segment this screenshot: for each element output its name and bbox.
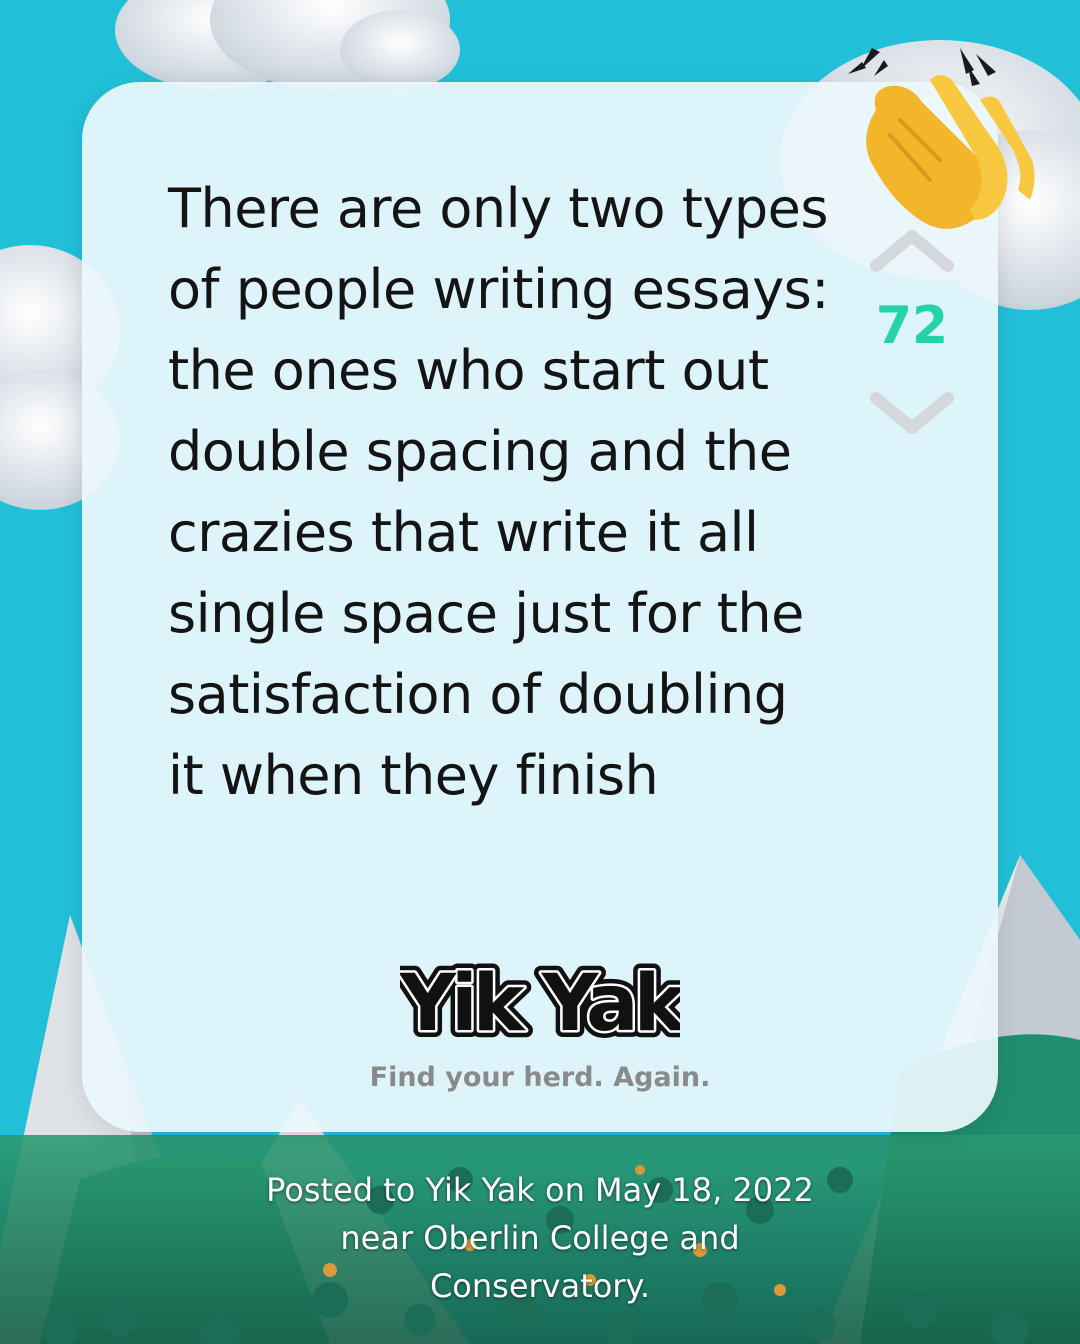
- post-line: single space just for the: [168, 582, 804, 645]
- yik-yak-logo: Yik Yak Yik Yak Yik Yak: [391, 952, 699, 1056]
- caption-line: Posted to Yik Yak on May 18, 2022: [266, 1171, 814, 1209]
- chevron-down-icon: [870, 392, 954, 434]
- post-text: There are only two types of people writi…: [168, 168, 848, 816]
- clapping-hands-icon: [840, 40, 1050, 240]
- post-line: the ones who start out: [168, 339, 769, 402]
- post-line: satisfaction of doubling: [168, 663, 788, 726]
- svg-text:Yik Yak: Yik Yak: [400, 959, 680, 1049]
- post-line: of people writing essays:: [168, 258, 830, 321]
- post-line: crazies that write it all: [168, 501, 759, 564]
- cloud-top: [115, 0, 460, 90]
- caption-line: Conservatory.: [429, 1267, 651, 1305]
- post-line: it when they finish: [168, 744, 659, 807]
- vote-count: 72: [875, 296, 949, 356]
- caption-line: near Oberlin College and: [340, 1219, 740, 1257]
- post-line: double spacing and the: [168, 420, 792, 483]
- chevron-up-icon: [870, 230, 954, 272]
- tagline: Find your herd. Again.: [369, 1062, 711, 1093]
- post-line: There are only two types: [168, 177, 829, 240]
- downvote-button[interactable]: [866, 390, 958, 438]
- post-caption: Posted to Yik Yak on May 18, 2022 near O…: [200, 1166, 880, 1310]
- upvote-button[interactable]: [866, 226, 958, 274]
